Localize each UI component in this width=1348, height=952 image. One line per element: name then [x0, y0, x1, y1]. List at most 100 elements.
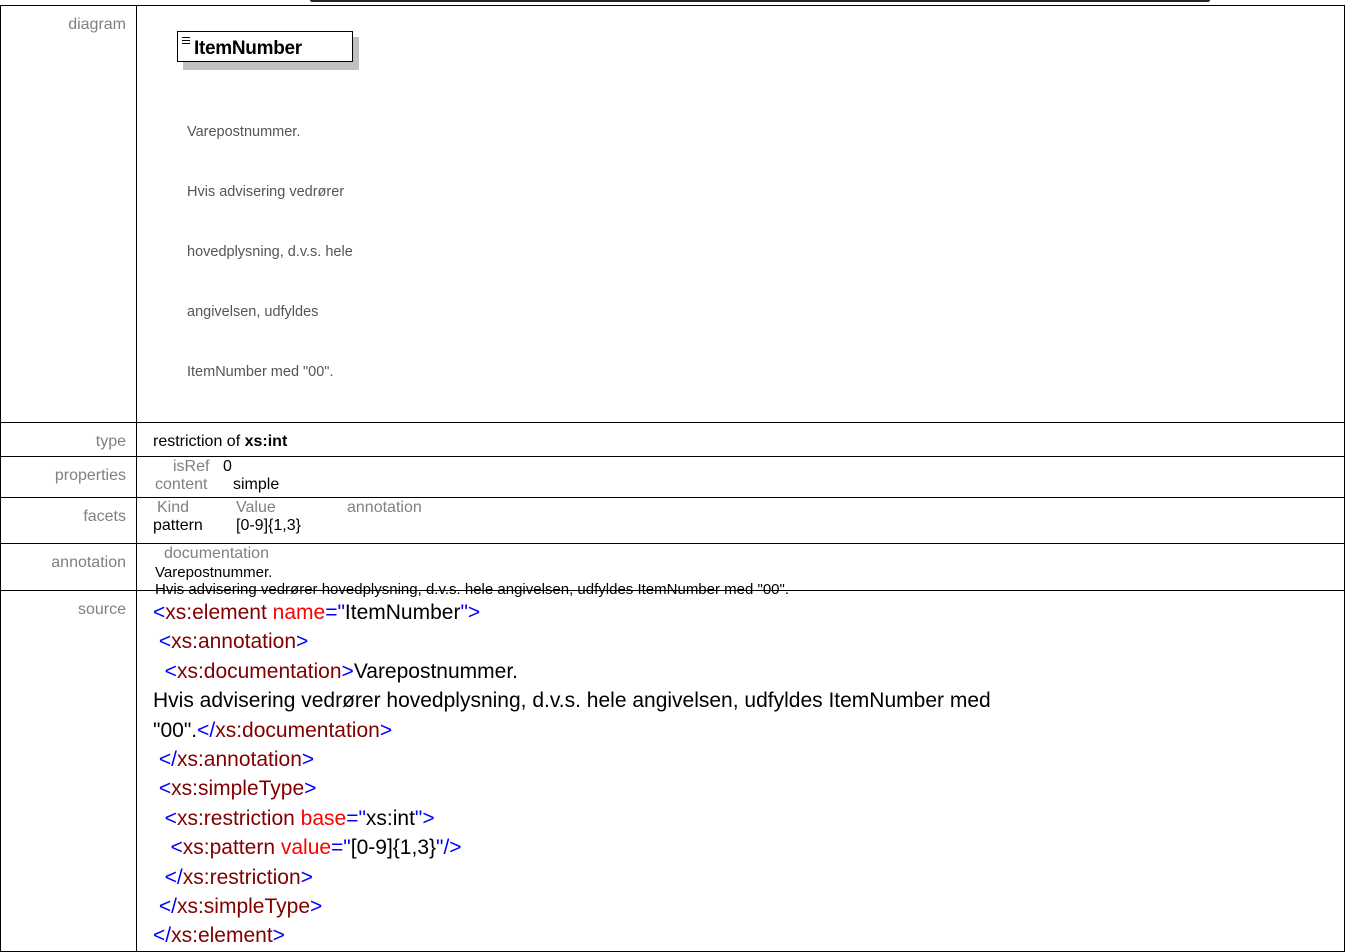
xml-markup: < — [164, 659, 177, 683]
row-source: source <xs:element name="ItemNumber"> <x… — [0, 590, 1345, 952]
xml-tag-name: xs:documentation — [215, 718, 380, 742]
xml-markup: > — [301, 748, 315, 772]
label-diagram: diagram — [0, 5, 137, 423]
xml-text: xs:int — [365, 806, 415, 830]
diagram-doc-line: hovedplysning, d.v.s. hele — [187, 244, 353, 260]
facets-header-value: Value — [236, 499, 276, 516]
source-line: Hvis advisering vedrører hovedplysning, … — [153, 686, 1344, 715]
xml-markup: =" — [331, 836, 351, 860]
xml-tag-name: xs:restriction — [176, 806, 295, 830]
xml-markup: =" — [325, 601, 345, 624]
xml-tag-name: xs:pattern — [182, 836, 275, 860]
source-line: <xs:restriction base="xs:int"> — [153, 804, 1344, 833]
facet-kind: pattern — [153, 517, 203, 534]
xml-text: [0-9]{1,3} — [350, 836, 437, 860]
xml-markup: </ — [197, 718, 216, 742]
type-prefix: restriction of — [153, 433, 241, 450]
facets-table: Kind Value annotation pattern [0-9]{1,3} — [153, 498, 1344, 543]
xml-markup: > — [272, 924, 285, 948]
xml-attr-name: value — [280, 836, 332, 860]
xml-markup: "> — [460, 601, 481, 624]
row-diagram: diagram ItemNumber Varepostnummer. Hvis … — [0, 5, 1345, 423]
row-facets: facets Kind Value annotation pattern [0-… — [0, 497, 1345, 544]
xml-markup: </ — [153, 924, 172, 948]
prop-key-content: content — [155, 476, 208, 493]
xml-markup: < — [158, 630, 172, 654]
element-box[interactable]: ItemNumber — [177, 31, 359, 70]
source-line: </xs:restriction> — [153, 863, 1344, 892]
xml-text: Hvis advisering vedrører hovedplysning, … — [153, 689, 991, 713]
element-type-icon — [182, 37, 190, 46]
diagram-doc-line: angivelsen, udfyldes — [187, 304, 319, 320]
annotation-line: Hvis advisering vedrører hovedplysning, … — [155, 581, 790, 598]
label-source: source — [0, 590, 137, 952]
xml-markup: </ — [164, 865, 183, 889]
xml-markup: > — [310, 895, 323, 919]
annotation-header: documentation — [164, 545, 269, 562]
xml-markup: </ — [158, 748, 177, 772]
source-line: <xs:element name="ItemNumber"> — [153, 598, 1344, 627]
xml-markup: "/> — [436, 836, 462, 860]
prop-value-isref: 0 — [223, 458, 232, 475]
xml-markup: < — [170, 836, 183, 860]
xml-markup: < — [158, 777, 172, 801]
annotation-table: documentation Varepostnummer. Hvis advis… — [153, 544, 1344, 598]
row-annotation: annotation documentation Varepostnummer.… — [0, 543, 1345, 598]
diagram-documentation: Varepostnummer. Hvis advisering vedrører… — [187, 82, 1344, 422]
xml-markup: < — [164, 806, 177, 830]
prop-value-content: simple — [233, 476, 280, 493]
xml-markup: < — [153, 601, 166, 624]
xml-markup: > — [296, 630, 309, 654]
xml-tag-name: xs:element — [171, 924, 273, 948]
source-line: </xs:element> — [153, 921, 1344, 950]
xml-tag-name: xs:annotation — [171, 630, 297, 654]
source-code: <xs:element name="ItemNumber"> <xs:annot… — [153, 591, 1344, 951]
label-facets: facets — [0, 497, 137, 544]
label-annotation: annotation — [0, 543, 137, 591]
source-line: <xs:annotation> — [153, 627, 1344, 656]
type-base-link[interactable]: xs:int — [245, 433, 288, 450]
label-type: type — [0, 422, 137, 457]
xml-markup: </ — [158, 895, 177, 919]
diagram-doc-line: ItemNumber med "00". — [187, 364, 334, 380]
xml-markup: =" — [346, 806, 366, 830]
source-line: </xs:simpleType> — [153, 892, 1344, 921]
xml-text — [153, 866, 165, 889]
xml-tag-name: xs:documentation — [176, 659, 342, 683]
source-line: </xs:annotation> — [153, 745, 1344, 774]
annotation-cell: documentation Varepostnummer. Hvis advis… — [136, 543, 1345, 598]
label-properties: properties — [0, 456, 137, 498]
type-cell: restriction of xs:int — [136, 422, 1345, 457]
diagram-doc-line: Hvis advisering vedrører — [187, 184, 345, 200]
xml-markup: > — [304, 777, 317, 801]
facets-cell: Kind Value annotation pattern [0-9]{1,3} — [136, 497, 1345, 544]
source-line: <xs:pattern value="[0-9]{1,3}"/> — [153, 833, 1344, 862]
schema-diagram: ItemNumber Varepostnummer. Hvis adviseri… — [153, 6, 1344, 422]
xml-tag-name: xs:annotation — [176, 748, 302, 772]
source-line: "00".</xs:documentation> — [153, 716, 1344, 745]
xml-markup: > — [379, 718, 393, 742]
row-type: type restriction of xs:int — [0, 422, 1345, 457]
xml-tag-name: xs:element — [165, 601, 267, 624]
xml-text: ItemNumber — [344, 601, 461, 624]
xml-markup: > — [300, 865, 313, 889]
xml-markup: > — [341, 659, 354, 683]
annotation-line: Varepostnummer. — [155, 564, 273, 581]
xml-text — [153, 836, 171, 859]
xml-attr-name: name — [272, 601, 326, 624]
source-line: <xs:simpleType> — [153, 774, 1344, 803]
xml-text — [153, 807, 165, 830]
prop-key-isref: isRef — [173, 458, 210, 475]
properties-cell: isRef 0 content simple — [136, 456, 1345, 498]
properties-table: isRef 0 content simple — [153, 457, 1344, 497]
element-doc-table: diagram ItemNumber Varepostnummer. Hvis … — [0, 5, 1345, 952]
row-properties: properties isRef 0 content simple — [0, 456, 1345, 498]
source-cell: <xs:element name="ItemNumber"> <xs:annot… — [136, 590, 1345, 952]
xml-attr-name: base — [300, 806, 347, 830]
source-line: <xs:documentation>Varepostnummer. — [153, 657, 1344, 686]
xml-tag-name: xs:restriction — [182, 865, 301, 889]
facet-value: [0-9]{1,3} — [236, 517, 301, 534]
xml-text: "00". — [153, 718, 198, 742]
xml-tag-name: xs:simpleType — [171, 777, 305, 801]
xml-markup: "> — [414, 806, 435, 830]
